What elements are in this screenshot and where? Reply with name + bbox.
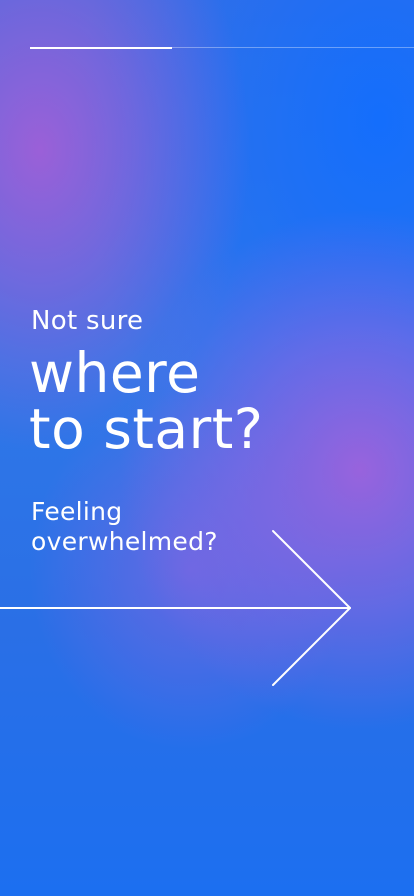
headline-line-1: where — [29, 341, 201, 405]
eyebrow-text: Not sure — [31, 306, 144, 336]
progress-bar — [30, 46, 414, 49]
onboarding-screen: Not sure where to start? Feeling overwhe… — [0, 0, 414, 896]
headline-line-2: to start? — [29, 397, 264, 461]
headline: where to start? — [29, 345, 264, 457]
arrow-right-icon[interactable] — [0, 528, 360, 690]
subline-line-1: Feeling — [31, 497, 123, 526]
progress-bar-fill — [30, 46, 173, 49]
